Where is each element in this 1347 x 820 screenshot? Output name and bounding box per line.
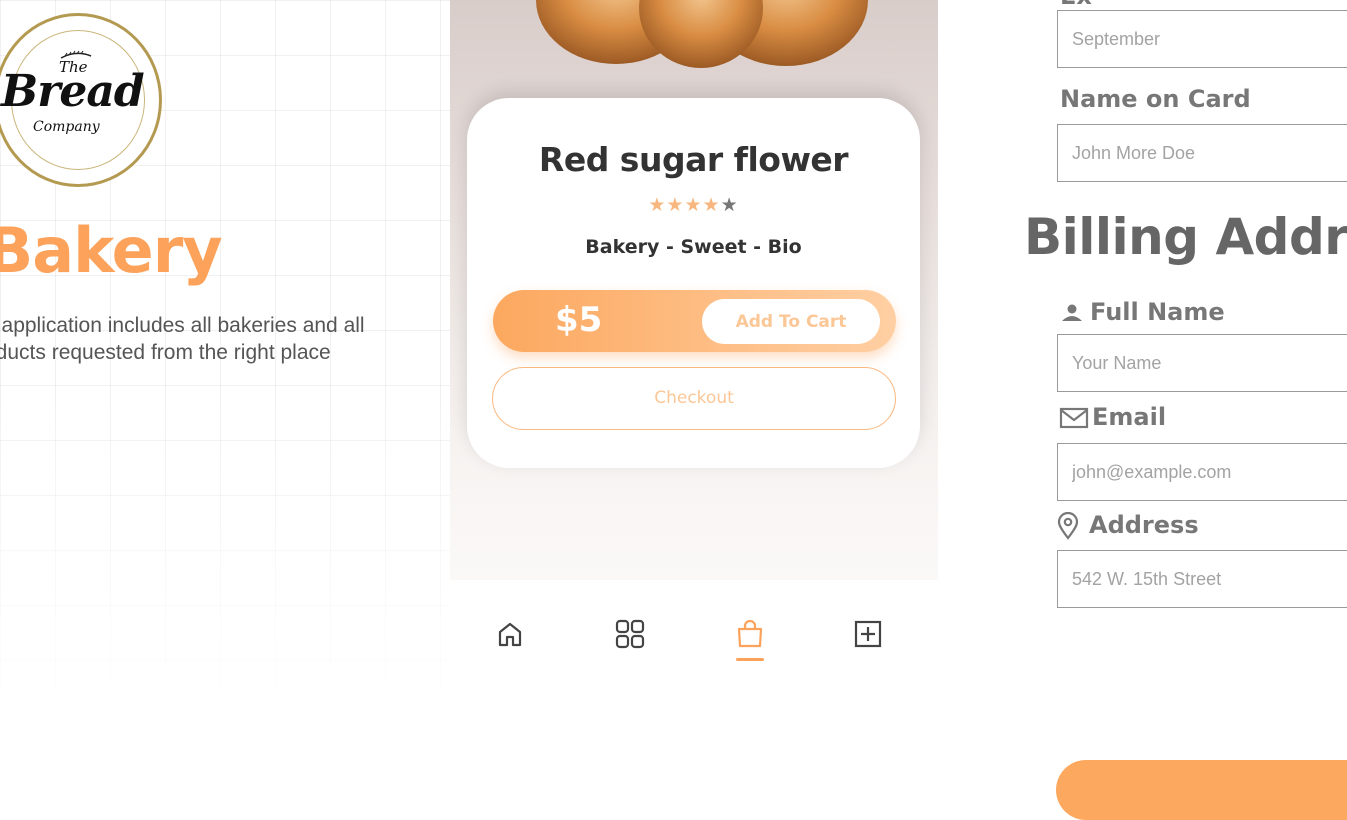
- nav-cart[interactable]: [734, 618, 766, 650]
- location-pin-icon: [1057, 512, 1079, 540]
- user-icon: [1062, 304, 1082, 321]
- submit-button[interactable]: [1056, 760, 1347, 820]
- full-name-field[interactable]: [1057, 334, 1347, 392]
- nav-add[interactable]: [852, 618, 884, 650]
- hero-description: e application includes all bakeries and …: [0, 314, 365, 364]
- grid-icon: [615, 619, 645, 649]
- email-label: Email: [1059, 403, 1166, 431]
- home-icon: [498, 622, 522, 647]
- product-tags: Bakery - Sweet - Bio: [585, 236, 802, 258]
- shopping-bag-icon: [737, 619, 763, 648]
- star-icon: ★: [684, 195, 703, 216]
- address-field[interactable]: [1057, 550, 1347, 608]
- plus-square-icon: [854, 620, 882, 648]
- address-label-text: Address: [1089, 511, 1199, 539]
- star-icon: ★: [648, 195, 667, 216]
- product-price: $5: [555, 300, 603, 340]
- product-name: Red sugar flower: [538, 140, 849, 179]
- nav-home[interactable]: [494, 618, 526, 650]
- email-label-text: Email: [1092, 403, 1167, 431]
- logo-text-bread: Bread: [1, 66, 145, 117]
- bottom-nav: [450, 580, 938, 700]
- expiry-month-field[interactable]: [1057, 10, 1347, 68]
- nav-active-indicator: [736, 658, 764, 661]
- billing-address-title: Billing Addre: [1024, 208, 1347, 266]
- star-empty-icon: ★: [720, 195, 739, 216]
- product-rating: ★★★★★: [467, 194, 920, 217]
- bread-buns-image: [536, 0, 868, 68]
- name-on-card-field[interactable]: [1057, 124, 1347, 182]
- nav-categories[interactable]: [614, 618, 646, 650]
- logo-text-company: Company: [33, 119, 100, 135]
- address-label: Address: [1057, 511, 1199, 540]
- add-to-cart-button[interactable]: Add To Cart: [702, 299, 880, 344]
- email-field[interactable]: [1057, 443, 1347, 501]
- full-name-label-text: Full Name: [1090, 298, 1225, 326]
- checkout-button[interactable]: Checkout: [492, 367, 896, 430]
- star-icon: ★: [666, 195, 685, 216]
- star-icon: ★: [702, 195, 721, 216]
- cut-off-label: Ex: [1060, 0, 1100, 4]
- name-on-card-label: Name on Card: [1060, 85, 1251, 113]
- price-bar: $5 Add To Cart: [493, 290, 896, 352]
- hero-title: Bakery: [0, 214, 223, 287]
- full-name-label: Full Name: [1060, 298, 1225, 326]
- bread-company-logo: The Bread Company: [0, 13, 162, 187]
- mail-icon: [1059, 407, 1089, 429]
